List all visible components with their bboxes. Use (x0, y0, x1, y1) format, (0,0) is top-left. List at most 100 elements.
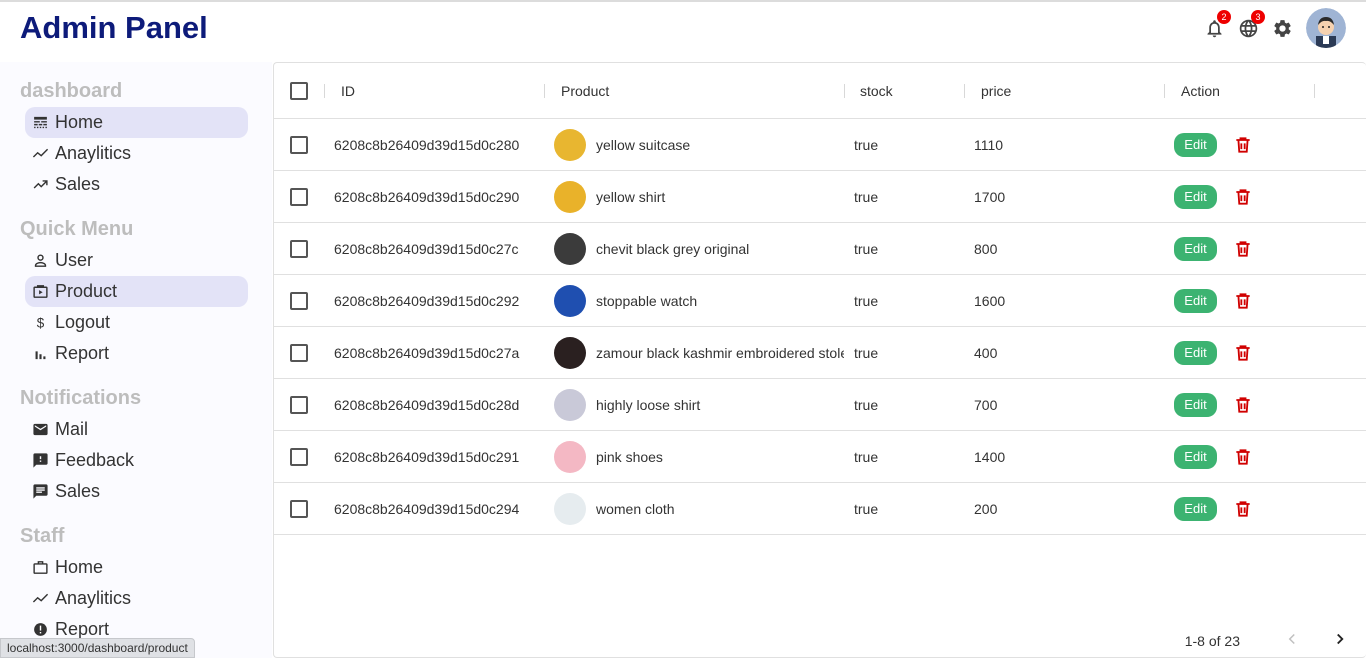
row-checkbox[interactable] (290, 239, 308, 258)
table-row[interactable]: 6208c8b26409d39d15d0c280 yellow suitcase… (274, 119, 1366, 171)
table-row[interactable]: 6208c8b26409d39d15d0c291 pink shoes true… (274, 431, 1366, 483)
row-select-cell (290, 483, 308, 534)
edit-button[interactable]: Edit (1174, 444, 1217, 469)
timeline-icon (30, 144, 50, 164)
table-row[interactable]: 6208c8b26409d39d15d0c290 yellow shirt tr… (274, 171, 1366, 223)
language-button[interactable]: 3 (1236, 10, 1265, 40)
column-header-action[interactable]: Action (1181, 63, 1220, 119)
edit-button[interactable]: Edit (1174, 184, 1217, 209)
edit-button[interactable]: Edit (1174, 496, 1217, 521)
sidebar-item-user[interactable]: User (25, 245, 248, 276)
sidebar-item-analytics[interactable]: Anaylitics (25, 138, 248, 169)
cell-id: 6208c8b26409d39d15d0c291 (334, 448, 520, 465)
gear-icon (1273, 19, 1291, 37)
table-row[interactable]: 6208c8b26409d39d15d0c27c chevit black gr… (274, 223, 1366, 275)
pagination-label: 1-8 of 23 (1184, 633, 1240, 649)
sidebar-item-feedback[interactable]: Feedback (25, 445, 248, 476)
delete-icon[interactable] (1233, 499, 1253, 519)
row-select-cell (290, 171, 308, 222)
settings-button[interactable] (1270, 16, 1294, 40)
status-bar-url: localhost:3000/dashboard/product (0, 638, 195, 658)
sidebar-item-product[interactable]: Product (25, 276, 248, 307)
delete-icon[interactable] (1233, 395, 1253, 415)
row-checkbox[interactable] (290, 499, 308, 518)
table-row[interactable]: 6208c8b26409d39d15d0c27a zamour black ka… (274, 327, 1366, 379)
language-badge: 3 (1251, 10, 1265, 24)
delete-icon[interactable] (1233, 135, 1253, 155)
table-row[interactable]: 6208c8b26409d39d15d0c294 women cloth tru… (274, 483, 1366, 535)
row-checkbox[interactable] (290, 447, 308, 466)
cell-stock: true (854, 448, 879, 465)
grid-header: ID Product stock price Action (274, 63, 1366, 119)
cell-price: 1110 (974, 136, 1004, 153)
trending-up-icon (30, 175, 50, 195)
cell-actions: Edit (1174, 171, 1253, 222)
row-checkbox[interactable] (290, 135, 308, 154)
sidebar-item-label: Logout (55, 312, 111, 332)
cell-price: 200 (974, 500, 998, 517)
sidebar-item-label: Sales (55, 481, 101, 501)
user-avatar[interactable] (1306, 8, 1346, 48)
cell-stock: true (854, 396, 879, 413)
topbar: Admin Panel 2 3 (0, 2, 1366, 54)
sidebar-item-staff-home[interactable]: Home (25, 552, 248, 583)
notifications-badge: 2 (1217, 10, 1231, 24)
delete-icon[interactable] (1233, 239, 1253, 259)
cell-actions: Edit (1174, 119, 1253, 170)
cell-actions: Edit (1174, 275, 1253, 326)
sidebar-item-label: Home (55, 557, 104, 577)
product-name: yellow shirt (596, 188, 666, 205)
row-checkbox[interactable] (290, 395, 308, 414)
delete-icon[interactable] (1233, 291, 1253, 311)
column-header-id[interactable]: ID (341, 63, 355, 119)
next-page-button[interactable] (1328, 627, 1352, 651)
sidebar-item-report[interactable]: Report (25, 338, 248, 369)
table-row[interactable]: 6208c8b26409d39d15d0c292 stoppable watch… (274, 275, 1366, 327)
column-header-price[interactable]: price (981, 63, 1011, 119)
delete-icon[interactable] (1233, 343, 1253, 363)
product-name: chevit black grey original (596, 240, 750, 257)
edit-button[interactable]: Edit (1174, 236, 1217, 261)
sidebar-item-logout[interactable]: $ Logout (25, 307, 248, 338)
edit-button[interactable]: Edit (1174, 340, 1217, 365)
sidebar-item-sales[interactable]: Sales (25, 169, 248, 200)
line-style-icon (30, 113, 50, 133)
column-header-product[interactable]: Product (561, 63, 609, 119)
sidebar-item-mail[interactable]: Mail (25, 414, 248, 445)
sidebar-item-sales-chat[interactable]: Sales (25, 476, 248, 507)
row-checkbox[interactable] (290, 291, 308, 310)
app-logo[interactable]: Admin Panel (20, 10, 208, 46)
table-row[interactable]: 6208c8b26409d39d15d0c28d highly loose sh… (274, 379, 1366, 431)
delete-icon[interactable] (1233, 187, 1253, 207)
chevron-left-icon (1288, 633, 1295, 645)
sidebar-section-title: Staff (20, 525, 65, 547)
sidebar-item-staff-analytics[interactable]: Anaylitics (25, 583, 248, 614)
bar-chart-icon (30, 344, 50, 364)
notifications-button[interactable]: 2 (1202, 10, 1231, 40)
column-header-stock[interactable]: stock (860, 63, 893, 119)
column-separator[interactable] (1164, 84, 1165, 98)
select-all-checkbox[interactable] (290, 82, 308, 100)
row-select-cell (290, 327, 308, 378)
row-select-cell (290, 223, 308, 274)
column-separator[interactable] (964, 84, 965, 98)
product-thumbnail (554, 232, 586, 265)
product-thumbnail (554, 388, 586, 421)
product-name: yellow suitcase (596, 136, 691, 153)
column-separator[interactable] (544, 84, 545, 98)
edit-button[interactable]: Edit (1174, 392, 1217, 417)
report-icon (30, 620, 50, 640)
previous-page-button[interactable] (1280, 627, 1304, 651)
delete-icon[interactable] (1233, 447, 1253, 467)
edit-button[interactable]: Edit (1174, 132, 1217, 157)
column-separator[interactable] (844, 84, 845, 98)
row-checkbox[interactable] (290, 343, 308, 362)
sidebar-item-home[interactable]: Home (25, 107, 248, 138)
edit-button[interactable]: Edit (1174, 288, 1217, 313)
feedback-icon (30, 451, 50, 471)
row-checkbox[interactable] (290, 187, 308, 206)
cell-actions: Edit (1174, 379, 1253, 430)
product-thumbnail (554, 284, 586, 317)
column-separator (324, 84, 325, 98)
column-separator[interactable] (1314, 84, 1315, 98)
